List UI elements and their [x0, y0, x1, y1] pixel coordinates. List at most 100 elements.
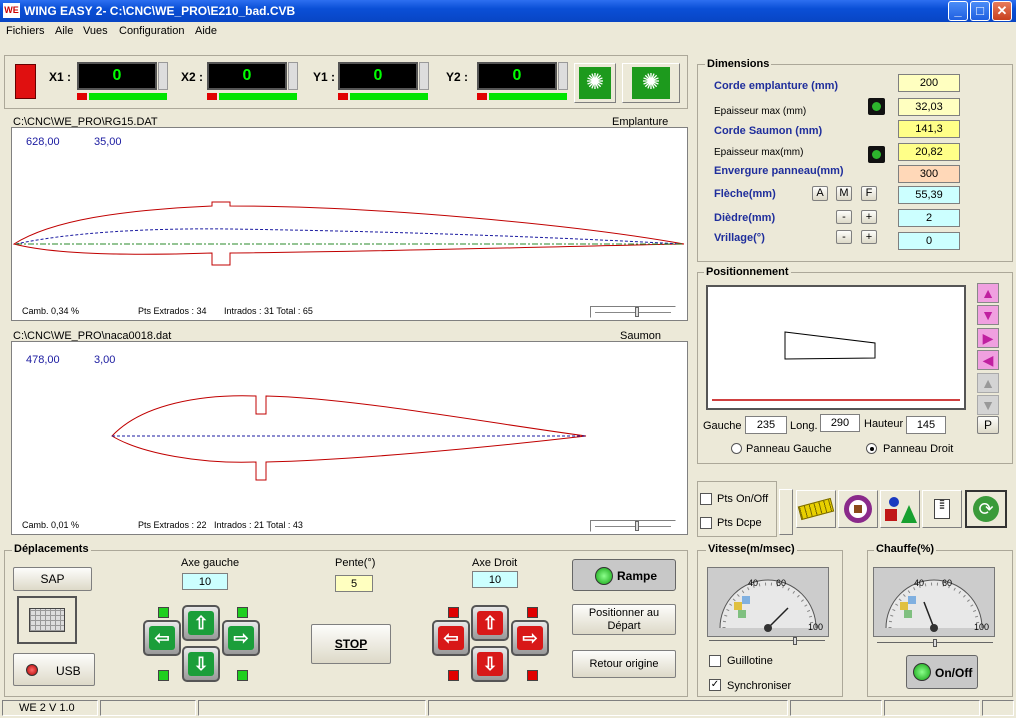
- usb-label: USB: [56, 664, 81, 678]
- arrow-up-icon: ⇧: [188, 611, 214, 635]
- keyboard-icon: [29, 608, 65, 632]
- epaisseur1-led-button[interactable]: [868, 98, 885, 115]
- title-bar: WE WING EASY 2- C:\CNC\WE_PRO\E210_bad.C…: [0, 0, 1016, 22]
- stop-button[interactable]: STOP: [311, 624, 391, 664]
- right-axis-up-button[interactable]: ⇧: [471, 605, 509, 641]
- arrow-right-icon: ⇨: [517, 626, 543, 650]
- vrillage-minus-button[interactable]: -: [836, 230, 852, 244]
- move-right-icon[interactable]: ▶: [977, 328, 999, 348]
- vitesse-slider[interactable]: [709, 637, 825, 648]
- radio-panneau-gauche[interactable]: [731, 443, 742, 454]
- y1-bar: [350, 93, 428, 100]
- usb-button[interactable]: USB: [13, 653, 95, 686]
- menu-fichiers[interactable]: Fichiers: [6, 25, 45, 37]
- fleche-a-button[interactable]: A: [812, 186, 828, 201]
- positionner-depart-button[interactable]: Positionner au Départ: [572, 604, 676, 635]
- p-button[interactable]: P: [977, 416, 999, 434]
- close-button[interactable]: ✕: [992, 1, 1012, 21]
- vrillage-field[interactable]: 0: [898, 232, 960, 250]
- loading-icon: ✺: [632, 67, 670, 99]
- right-axis-right-button[interactable]: ⇨: [511, 620, 549, 656]
- keyboard-button[interactable]: [17, 596, 77, 644]
- right-axis-left-button[interactable]: ⇦: [432, 620, 470, 656]
- status-version: WE 2 V 1.0: [2, 700, 98, 716]
- spinner-button-1[interactable]: ✺: [574, 63, 616, 103]
- axe-droit-field[interactable]: 10: [472, 571, 518, 588]
- pts-onoff-label: Pts On/Off: [717, 493, 769, 505]
- long-field[interactable]: 290: [820, 414, 860, 432]
- minimize-button[interactable]: _: [948, 1, 968, 21]
- fleche-f-button[interactable]: F: [861, 186, 877, 201]
- arrow-right-icon: ⇨: [228, 626, 254, 650]
- axe-gauche-field[interactable]: 10: [182, 573, 228, 590]
- left-axis-left-button[interactable]: ⇦: [143, 620, 181, 656]
- gauche-label: Gauche: [703, 420, 742, 432]
- menu-configuration[interactable]: Configuration: [119, 25, 184, 37]
- status-pane-5: [790, 700, 882, 716]
- left-axis-right-button[interactable]: ⇨: [222, 620, 260, 656]
- tool-divider: [779, 489, 793, 535]
- synchroniser-checkbox[interactable]: ✓: [709, 679, 721, 691]
- root-airfoil: [12, 201, 685, 266]
- left-axis-up-button[interactable]: ⇧: [182, 605, 220, 641]
- epaisseur1-label: Epaisseur max (mm): [714, 106, 807, 117]
- move-down-icon[interactable]: ▼: [977, 305, 999, 325]
- menu-bar: Fichiers Aile Vues Configuration Aide: [0, 22, 1016, 42]
- corde-saumon-field[interactable]: 141,3: [898, 120, 960, 138]
- circle-tool-button[interactable]: [838, 490, 878, 528]
- refresh-tool-button[interactable]: ⟳: [965, 490, 1007, 528]
- epaisseur2-field[interactable]: 20,82: [898, 143, 960, 161]
- chauffe-slider[interactable]: [877, 639, 993, 650]
- menu-aide[interactable]: Aide: [195, 25, 217, 37]
- right-axis-down-button[interactable]: ⇩: [471, 646, 509, 682]
- pts-dcpe-checkbox[interactable]: [700, 517, 712, 529]
- y2-bar: [489, 93, 567, 100]
- chauffe-onoff-button[interactable]: On/Off: [906, 655, 978, 689]
- hauteur-field[interactable]: 145: [906, 416, 946, 434]
- diedre-field[interactable]: 2: [898, 209, 960, 227]
- fleche-m-button[interactable]: M: [836, 186, 852, 201]
- menu-vues[interactable]: Vues: [83, 25, 108, 37]
- move-left-icon[interactable]: ◀: [977, 350, 999, 370]
- pts-onoff-checkbox[interactable]: [700, 493, 712, 505]
- rampe-button[interactable]: Rampe: [572, 559, 676, 591]
- radio-panneau-droit[interactable]: [866, 443, 877, 454]
- document-tool-button[interactable]: ≡ ≡: [922, 490, 962, 528]
- left-axis-down-button[interactable]: ⇩: [182, 646, 220, 682]
- pente-field[interactable]: 5: [335, 575, 373, 592]
- spinner-button-2[interactable]: ✺: [622, 63, 680, 103]
- shapes-icon: [889, 497, 899, 507]
- vitesse-title: Vitesse(m/msec): [706, 543, 797, 555]
- x2-bar: [219, 93, 297, 100]
- diedre-minus-button[interactable]: -: [836, 210, 852, 224]
- gauche-field[interactable]: 235: [745, 416, 787, 434]
- retour-origine-button[interactable]: Retour origine: [572, 650, 676, 678]
- envergure-field[interactable]: 300: [898, 165, 960, 183]
- epaisseur2-led-button[interactable]: [868, 146, 885, 163]
- chauffe-gauge: 40 60 100: [873, 567, 995, 637]
- fleche-field[interactable]: 55,39: [898, 186, 960, 204]
- target-icon: [844, 495, 872, 523]
- loading-icon: ✺: [579, 67, 611, 99]
- move-up-icon[interactable]: ▲: [977, 283, 999, 303]
- tip-camber: Camb. 0,01 %: [22, 520, 80, 530]
- panel-shape-preview: [712, 331, 960, 401]
- lower-icon[interactable]: ▼: [977, 395, 999, 415]
- shapes-tool-button[interactable]: [880, 490, 920, 528]
- maximize-button[interactable]: □: [970, 1, 990, 21]
- corde-emplanture-field[interactable]: 200: [898, 74, 960, 92]
- diedre-plus-button[interactable]: +: [861, 210, 877, 224]
- ruler-tool-button[interactable]: [796, 490, 836, 528]
- chauffe-title: Chauffe(%): [874, 543, 937, 555]
- vrillage-plus-button[interactable]: +: [861, 230, 877, 244]
- synchroniser-label: Synchroniser: [727, 680, 792, 692]
- tip-zoom-slider[interactable]: [590, 520, 676, 532]
- root-zoom-slider[interactable]: [590, 306, 676, 318]
- guillotine-checkbox[interactable]: [709, 655, 721, 667]
- menu-aile[interactable]: Aile: [55, 25, 73, 37]
- raise-icon[interactable]: ▲: [977, 373, 999, 393]
- sap-button[interactable]: SAP: [13, 567, 92, 591]
- envergure-label: Envergure panneau(mm): [714, 165, 844, 177]
- x2-readout: 0: [207, 62, 287, 90]
- epaisseur1-field[interactable]: 32,03: [898, 98, 960, 116]
